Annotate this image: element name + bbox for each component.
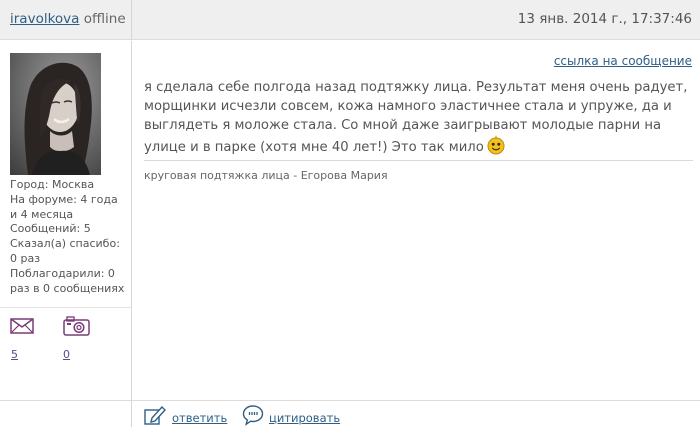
stat-forum-time: На форуме: 4 года и 4 месяца	[10, 192, 118, 221]
post-header: iravolkova offline 13 янв. 2014 г., 17:3…	[0, 0, 700, 40]
message-text: я сделала себе полгода назад подтяжку ли…	[144, 80, 688, 155]
smiley-icon	[487, 135, 505, 155]
envelope-icon[interactable]	[10, 318, 34, 334]
quote-button[interactable]: цитировать	[242, 404, 342, 426]
footer-divider	[131, 401, 132, 427]
signature-divider	[144, 160, 693, 161]
message-body: я сделала себе полгода назад подтяжку ли…	[144, 78, 696, 157]
message-permalink[interactable]: ссылка на сообщение	[554, 54, 692, 68]
forum-post: iravolkova offline 13 янв. 2014 г., 17:3…	[0, 0, 700, 427]
reply-button[interactable]: ответить	[144, 404, 228, 426]
quote-label: цитировать	[269, 411, 341, 425]
camera-icon[interactable]	[63, 316, 90, 336]
author-line: iravolkova offline	[10, 11, 126, 27]
avatar[interactable]	[10, 53, 101, 175]
avatar-photo	[10, 53, 101, 175]
post-footer: ответить цитировать	[0, 400, 700, 427]
author-sidebar: Город: Москва На форуме: 4 года и 4 меся…	[0, 41, 132, 400]
online-status: offline	[83, 11, 126, 27]
stat-thanked: Сказал(а) спасибо: 0 раз	[10, 237, 120, 265]
photo-count-link[interactable]: 0	[63, 348, 70, 361]
stat-was-thanked: Поблагодарили: 0 раз в 0 сообщениях	[10, 266, 125, 295]
author-stats: Город: Москва На форуме: 4 года и 4 меся…	[10, 178, 126, 296]
stat-city: Город: Москва	[10, 178, 95, 191]
username-link[interactable]: iravolkova	[10, 11, 79, 27]
mail-count-link[interactable]: 5	[11, 348, 18, 361]
quote-bubble-icon	[242, 405, 264, 426]
sidebar-divider	[0, 307, 131, 308]
header-divider	[131, 0, 132, 40]
post-date: 13 янв. 2014 г., 17:37:46	[517, 11, 692, 27]
reply-label: ответить	[172, 411, 228, 425]
reply-pencil-icon	[144, 405, 166, 425]
post-signature: круговая подтяжка лица - Егорова Мария	[144, 169, 388, 182]
stat-messages: Сообщений: 5	[10, 222, 91, 236]
post-content: ссылка на сообщение я сделала себе полго…	[132, 41, 700, 400]
